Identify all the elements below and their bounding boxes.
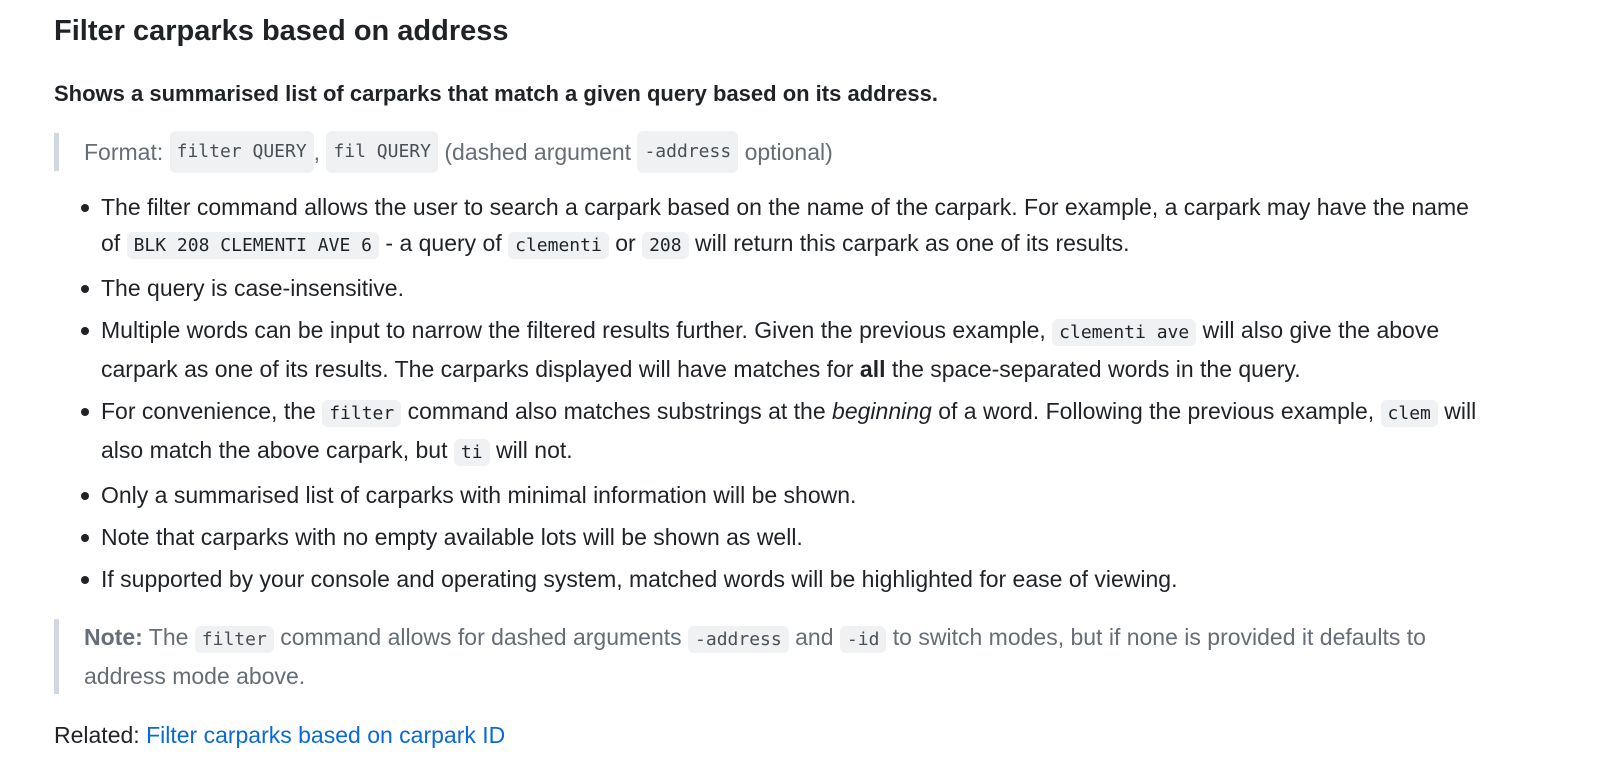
inline-code: -id bbox=[839, 626, 887, 653]
emphasis-bold: all bbox=[859, 356, 886, 382]
format-command-filter: filter QUERY bbox=[169, 131, 314, 173]
list-item-text: - a query of bbox=[385, 230, 502, 256]
list-item-text: of a word. Following the previous exampl… bbox=[938, 398, 1375, 424]
list-item: Note that carparks with no empty availab… bbox=[54, 519, 1494, 555]
doc-page: Filter carparks based on address Shows a… bbox=[0, 0, 1554, 753]
bullet-icon bbox=[81, 408, 89, 416]
inline-code: clementi bbox=[508, 232, 609, 259]
format-separator: , bbox=[313, 139, 321, 165]
inline-code: filter bbox=[194, 626, 274, 653]
note-blockquote: Note: The filter command allows for dash… bbox=[54, 619, 1479, 694]
note-text: The bbox=[148, 624, 189, 650]
related-link-carpark-id[interactable]: Filter carparks based on carpark ID bbox=[146, 722, 505, 748]
note-text: command allows for dashed arguments bbox=[280, 624, 682, 650]
bullet-icon bbox=[81, 534, 89, 542]
list-item-text: will not. bbox=[495, 437, 573, 463]
inline-code: clementi ave bbox=[1052, 319, 1197, 346]
inline-code: filter bbox=[322, 400, 402, 427]
bullet-icon bbox=[81, 492, 89, 500]
related-line: Related: Filter carparks based on carpar… bbox=[54, 717, 1554, 753]
list-item-text: If supported by your console and operati… bbox=[101, 566, 1178, 592]
list-item: Only a summarised list of carparks with … bbox=[54, 477, 1494, 513]
list-item: The query is case-insensitive. bbox=[54, 270, 1494, 306]
list-item-text: command also matches substrings at the bbox=[407, 398, 826, 424]
list-item: If supported by your console and operati… bbox=[54, 561, 1494, 597]
format-mid-text: (dashed argument bbox=[444, 139, 632, 165]
list-item-text: Only a summarised list of carparks with … bbox=[101, 482, 857, 508]
inline-code: BLK 208 CLEMENTI AVE 6 bbox=[126, 232, 379, 259]
format-blockquote: Format: filter QUERY, fil QUERY (dashed … bbox=[54, 131, 1554, 173]
list-item: For convenience, the filter command also… bbox=[54, 393, 1494, 471]
list-item-text: will return this carpark as one of its r… bbox=[694, 230, 1130, 256]
inline-code: clem bbox=[1380, 400, 1438, 427]
page-title: Filter carparks based on address bbox=[54, 15, 509, 47]
feature-list: The filter command allows the user to se… bbox=[54, 189, 1494, 597]
format-command-fil: fil QUERY bbox=[326, 131, 438, 173]
inline-code: -address bbox=[688, 626, 789, 653]
list-item-text: Multiple words can be input to narrow th… bbox=[101, 317, 1046, 343]
inline-code: 208 bbox=[642, 232, 689, 259]
bullet-icon bbox=[81, 576, 89, 584]
bullet-icon bbox=[81, 204, 89, 212]
inline-code: ti bbox=[453, 439, 490, 466]
list-item-text: The query is case-insensitive. bbox=[101, 275, 404, 301]
format-arg-address: -address bbox=[637, 131, 739, 173]
list-item-text: or bbox=[615, 230, 636, 256]
list-item-text: For convenience, the bbox=[101, 398, 316, 424]
related-label: Related: bbox=[54, 722, 140, 748]
format-prefix: Format: bbox=[84, 139, 164, 165]
bullet-icon bbox=[81, 327, 89, 335]
list-item-text: Note that carparks with no empty availab… bbox=[101, 524, 803, 550]
note-label: Note: bbox=[84, 624, 143, 650]
emphasis-italic: beginning bbox=[832, 398, 932, 424]
lead-text: Shows a summarised list of carparks that… bbox=[54, 81, 938, 106]
format-suffix: optional) bbox=[744, 139, 833, 165]
list-item: The filter command allows the user to se… bbox=[54, 189, 1494, 264]
bullet-icon bbox=[81, 285, 89, 293]
list-item: Multiple words can be input to narrow th… bbox=[54, 312, 1494, 387]
note-text: and bbox=[795, 624, 834, 650]
list-item-text: the space-separated words in the query. bbox=[891, 356, 1301, 382]
